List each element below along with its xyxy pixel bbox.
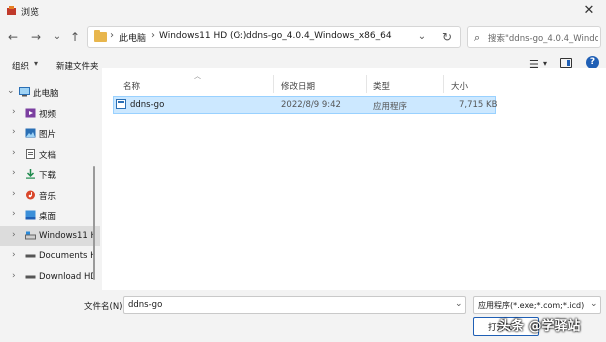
download-icon [26,169,35,179]
column-divider[interactable] [366,75,367,93]
music-icon [26,190,35,200]
desktop-icon [25,210,36,220]
column-header-type[interactable]: 类型 [373,80,390,92]
address-bar[interactable]: › 此电脑 › Windows11 HD (C:) › ddns-go_4.0.… [87,26,461,48]
file-type-filter-value[interactable]: 应用程序(*.exe;*.com;*.icd) [478,300,596,311]
column-header-name[interactable]: 名称 [123,80,140,92]
sidebar-item-label: 桌面 [39,212,57,222]
column-divider[interactable] [273,75,274,93]
organize-menu[interactable]: 组织 [12,60,29,72]
sidebar-scrollbar[interactable] [93,166,95,280]
sidebar-item-label: 下载 [39,171,57,181]
search-box[interactable]: ⌕ 搜索"ddns-go_4.0.4_Window... [467,26,601,48]
filename-field[interactable]: ddns-go ⌄ [123,296,466,314]
sidebar-item-download-hd[interactable]: › Download HD [0,267,100,287]
sidebar-item-music[interactable]: › 音乐 [0,185,100,205]
sidebar-item-videos[interactable]: › 视频 [0,103,100,123]
address-history-chevron-icon[interactable]: ⌄ [414,28,430,46]
drive-icon [25,231,36,240]
close-icon[interactable]: ✕ [578,2,600,20]
column-divider[interactable] [443,75,444,93]
drive-icon [25,254,36,258]
file-type: 应用程序 [373,102,408,112]
sidebar-item-desktop[interactable]: › 桌面 [0,205,100,225]
chevron-right-icon[interactable]: › [12,107,16,117]
chevron-right-icon[interactable]: › [12,209,16,219]
chevron-down-icon[interactable]: ⌄ [7,86,15,96]
up-icon[interactable]: ↑ [66,28,84,46]
caret-down-icon[interactable]: ▾ [543,59,547,68]
chevron-down-icon[interactable]: ⌄ [455,299,463,309]
preview-pane-icon[interactable] [560,58,572,68]
chevron-right-icon[interactable]: › [12,189,16,199]
sort-ascending-icon: ︿ [194,72,201,80]
folder-icon [94,30,107,42]
chevron-right-icon[interactable]: › [12,127,16,137]
chevron-right-icon[interactable]: › [12,168,16,178]
sidebar-item-label: 图片 [39,130,57,140]
sidebar-item-this-pc[interactable]: ⌄ 此电脑 [0,82,100,102]
sidebar-item-label: Download HD [39,272,93,282]
sidebar-item-label: 音乐 [39,192,57,202]
chevron-down-icon[interactable]: ⌄ [590,299,598,309]
breadcrumb-this-pc[interactable]: 此电脑 [119,31,146,44]
file-type-filter[interactable]: 应用程序(*.exe;*.com;*.icd) ⌄ [473,296,601,314]
breadcrumb-separator: › [110,30,114,41]
title-bar: 浏览 ✕ [0,0,606,22]
search-icon: ⌕ [474,31,481,44]
search-input[interactable]: 搜索"ddns-go_4.0.4_Window... [488,32,598,44]
computer-icon [19,87,30,97]
caret-down-icon: ▾ [34,59,39,68]
sidebar-item-downloads[interactable]: › 下载 [0,164,100,184]
window-title: 浏览 [21,8,40,18]
watermark: 头条 @学驿站 [498,319,581,334]
application-icon [116,99,126,109]
sidebar-item-windows11-hd[interactable]: › Windows11 HD [0,226,100,246]
file-modified: 2022/8/9 9:42 [281,100,341,110]
sidebar-item-label: 视频 [39,110,57,120]
filename-label: 文件名(N): [84,302,126,312]
video-icon [25,108,36,118]
sidebar-item-label: Windows11 HD [39,231,93,241]
refresh-icon[interactable]: ↻ [438,28,456,46]
chevron-right-icon[interactable]: › [12,230,16,240]
forward-icon[interactable]: → [27,28,45,46]
recent-chevron-icon[interactable]: ⌄ [48,28,66,46]
sidebar-item-label: Documents HD [39,251,93,261]
app-icon [7,6,16,15]
breadcrumb-folder[interactable]: ddns-go_4.0.4_Windows_x86_64 [246,31,392,41]
chevron-right-icon[interactable]: › [12,250,16,260]
chevron-right-icon[interactable]: › [12,148,16,158]
file-size: 7,715 KB [459,100,498,110]
sidebar-item-pictures[interactable]: › 图片 [0,123,100,143]
breadcrumb-separator: › [151,30,155,41]
column-header-modified[interactable]: 修改日期 [281,80,315,92]
new-folder-button[interactable]: 新建文件夹 [56,60,99,72]
sidebar-item-documents[interactable]: › 文档 [0,144,100,164]
chevron-right-icon[interactable]: › [12,271,16,281]
document-icon [26,149,35,159]
back-icon[interactable]: ← [4,28,22,46]
breadcrumb-separator: › [237,30,241,41]
breadcrumb-drive[interactable]: Windows11 HD (C:) [159,31,246,41]
sidebar-item-label: 文档 [39,151,57,161]
file-name: ddns-go [130,100,165,110]
sidebar-item-label: 此电脑 [33,89,59,99]
filename-value[interactable]: ddns-go [128,300,162,310]
drive-icon [25,275,36,279]
pictures-icon [25,128,36,138]
column-header-size[interactable]: 大小 [451,80,468,92]
sidebar-item-documents-hd[interactable]: › Documents HD [0,246,100,266]
